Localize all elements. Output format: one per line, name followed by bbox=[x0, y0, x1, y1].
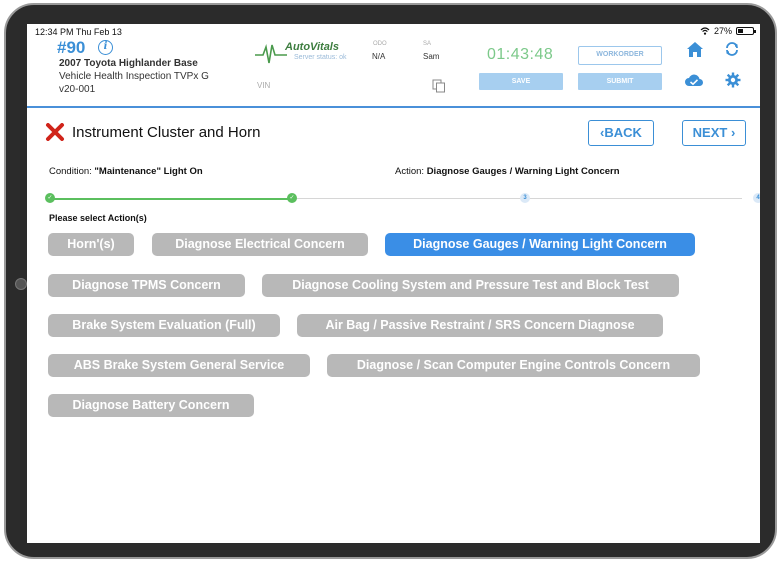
action-chip[interactable]: Brake System Evaluation (Full) bbox=[48, 314, 280, 337]
action-value: Diagnose Gauges / Warning Light Concern bbox=[426, 166, 620, 177]
progress-stepper: ✓ ✓ 3 4 bbox=[45, 192, 760, 204]
sa-label: SA bbox=[423, 41, 432, 47]
header: #90 i 2007 Toyota Highlander Base Vehicl… bbox=[27, 38, 760, 108]
action-chip[interactable]: Diagnose TPMS Concern bbox=[48, 274, 245, 297]
camera bbox=[15, 278, 27, 290]
heartbeat-icon bbox=[255, 44, 287, 64]
workorder-button[interactable]: WORKORDER bbox=[578, 46, 662, 65]
battery-icon bbox=[736, 27, 756, 35]
action-chip[interactable]: Diagnose / Scan Computer Engine Controls… bbox=[327, 354, 700, 377]
odo-label: ODO bbox=[373, 41, 387, 47]
progress-line-todo bbox=[292, 198, 742, 199]
action-chip[interactable]: Diagnose Electrical Concern bbox=[152, 233, 368, 256]
repair-order-number: #90 bbox=[57, 38, 86, 57]
sa-value: Sam bbox=[423, 52, 440, 61]
save-button[interactable]: SAVE bbox=[479, 73, 563, 90]
progress-line-done bbox=[50, 198, 292, 200]
action-label: Action: bbox=[395, 166, 425, 177]
action-chip[interactable]: Horn'(s) bbox=[48, 233, 134, 256]
condition-label: Condition: bbox=[49, 166, 92, 177]
battery-percent: 27% bbox=[713, 26, 732, 36]
info-icon[interactable]: i bbox=[98, 40, 113, 55]
select-actions-prompt: Please select Action(s) bbox=[49, 213, 147, 223]
next-label: NEXT bbox=[692, 125, 728, 140]
step-3[interactable]: 3 bbox=[520, 193, 530, 203]
server-status: Server status: ok bbox=[294, 54, 347, 61]
vehicle-name: 2007 Toyota Highlander Base bbox=[59, 58, 198, 69]
action-chip[interactable]: Diagnose Battery Concern bbox=[48, 394, 254, 417]
step-4[interactable]: 4 bbox=[753, 193, 760, 203]
logo-text: AutoVitals bbox=[285, 41, 339, 53]
section-title: Instrument Cluster and Horn bbox=[72, 124, 261, 141]
inspection-version: v20-001 bbox=[59, 84, 96, 95]
home-icon[interactable] bbox=[686, 41, 704, 58]
vin-label: VIN bbox=[257, 81, 271, 90]
copy-icon[interactable] bbox=[432, 79, 446, 93]
app-screen: 12:34 PM Thu Feb 13 27% #90 i 2007 Toyot… bbox=[27, 24, 760, 543]
back-label: BACK bbox=[604, 125, 642, 140]
inspection-name: Vehicle Health Inspection TVPx G bbox=[59, 71, 209, 82]
action-chip[interactable]: ABS Brake System General Service bbox=[48, 354, 310, 377]
action-chip[interactable]: Air Bag / Passive Restraint / SRS Concer… bbox=[297, 314, 663, 337]
status-right: 27% bbox=[700, 26, 756, 36]
step-2[interactable]: ✓ bbox=[287, 193, 297, 203]
tablet-frame: 12:34 PM Thu Feb 13 27% #90 i 2007 Toyot… bbox=[4, 3, 777, 559]
refresh-icon[interactable] bbox=[724, 41, 740, 57]
close-icon[interactable] bbox=[45, 123, 65, 141]
condition-value: "Maintenance" Light On bbox=[94, 166, 203, 177]
status-bar: 12:34 PM Thu Feb 13 27% bbox=[27, 24, 760, 38]
next-button[interactable]: NEXT › bbox=[682, 120, 746, 146]
status-time: 12:34 PM Thu Feb 13 bbox=[35, 27, 122, 37]
wifi-icon bbox=[700, 27, 710, 35]
cloud-sync-icon[interactable] bbox=[684, 73, 704, 87]
step-1[interactable]: ✓ bbox=[45, 193, 55, 203]
chevron-right-icon: › bbox=[730, 125, 736, 140]
action-line: Action: Diagnose Gauges / Warning Light … bbox=[395, 166, 620, 177]
action-chip[interactable]: Diagnose Cooling System and Pressure Tes… bbox=[262, 274, 679, 297]
autovitals-logo: AutoVitals Server status: ok bbox=[255, 41, 365, 67]
odo-value: N/A bbox=[372, 52, 386, 61]
gear-icon[interactable] bbox=[725, 72, 741, 88]
submit-button[interactable]: SUBMIT bbox=[578, 73, 662, 90]
action-chip-selected[interactable]: Diagnose Gauges / Warning Light Concern bbox=[385, 233, 695, 256]
condition-line: Condition: "Maintenance" Light On bbox=[49, 166, 203, 177]
timer: 01:43:48 bbox=[487, 46, 554, 63]
back-button[interactable]: ‹BACK bbox=[588, 120, 654, 146]
